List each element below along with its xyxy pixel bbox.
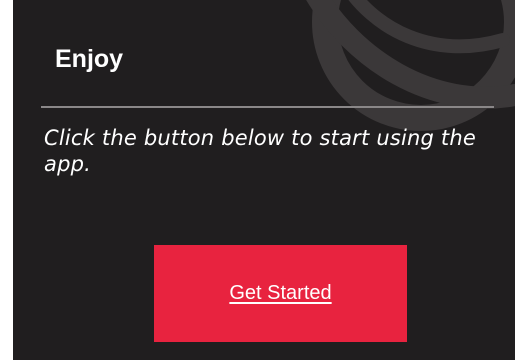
page-title: Enjoy — [55, 45, 124, 73]
onboarding-panel: Enjoy Click the button below to start us… — [13, 0, 515, 360]
divider — [41, 106, 494, 108]
get-started-label: Get Started — [229, 282, 332, 304]
get-started-button[interactable]: Get Started — [154, 245, 407, 342]
instruction-text: Click the button below to start using th… — [44, 126, 476, 176]
